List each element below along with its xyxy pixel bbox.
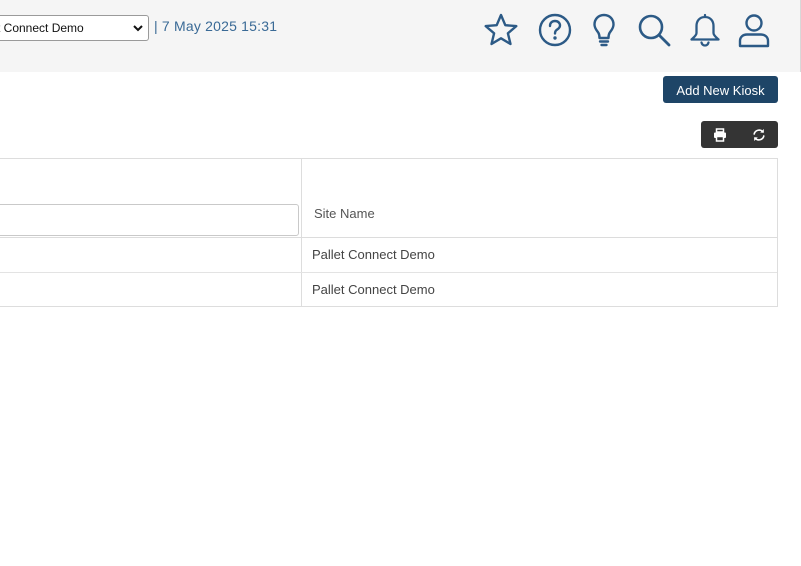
site-name-cell: Pallet Connect Demo — [312, 282, 435, 297]
user-icon — [738, 14, 770, 48]
help-icon — [538, 13, 572, 47]
profile-button[interactable] — [735, 11, 773, 49]
column-header-site-name[interactable]: Site Name — [302, 159, 777, 237]
table-header: Site Name — [0, 159, 777, 238]
kiosk-table: Site Name Pallet Connect Demo Pallet Con… — [0, 158, 778, 307]
top-bar: t Connect Demo | 7 May 2025 15:31 — [0, 0, 801, 72]
site-name-cell: Pallet Connect Demo — [312, 247, 435, 262]
star-icon — [484, 13, 518, 46]
column-filter-input[interactable] — [0, 204, 299, 236]
site-select-value: t Connect Demo — [0, 21, 84, 35]
table-row[interactable]: Pallet Connect Demo — [0, 272, 777, 306]
bell-icon — [690, 13, 720, 47]
search-button[interactable] — [635, 11, 673, 49]
notifications-button[interactable] — [686, 11, 724, 49]
tips-button[interactable] — [585, 11, 623, 49]
column-header-1 — [0, 159, 302, 237]
print-button[interactable] — [701, 121, 740, 148]
add-new-kiosk-button[interactable]: Add New Kiosk — [663, 76, 778, 103]
table-tools — [701, 121, 778, 148]
column-header-label: Site Name — [314, 206, 375, 221]
help-button[interactable] — [536, 11, 574, 49]
chevron-down-icon — [133, 25, 143, 32]
favorites-button[interactable] — [482, 11, 520, 49]
lightbulb-icon — [593, 13, 615, 47]
refresh-icon — [753, 128, 765, 141]
table-cell — [0, 238, 302, 272]
site-select[interactable]: t Connect Demo — [0, 15, 149, 41]
table-row[interactable]: Pallet Connect Demo — [0, 238, 777, 272]
current-datetime: | 7 May 2025 15:31 — [154, 18, 278, 34]
print-icon — [714, 127, 727, 142]
table-cell — [0, 273, 302, 306]
search-icon — [638, 14, 671, 47]
refresh-button[interactable] — [740, 121, 779, 148]
